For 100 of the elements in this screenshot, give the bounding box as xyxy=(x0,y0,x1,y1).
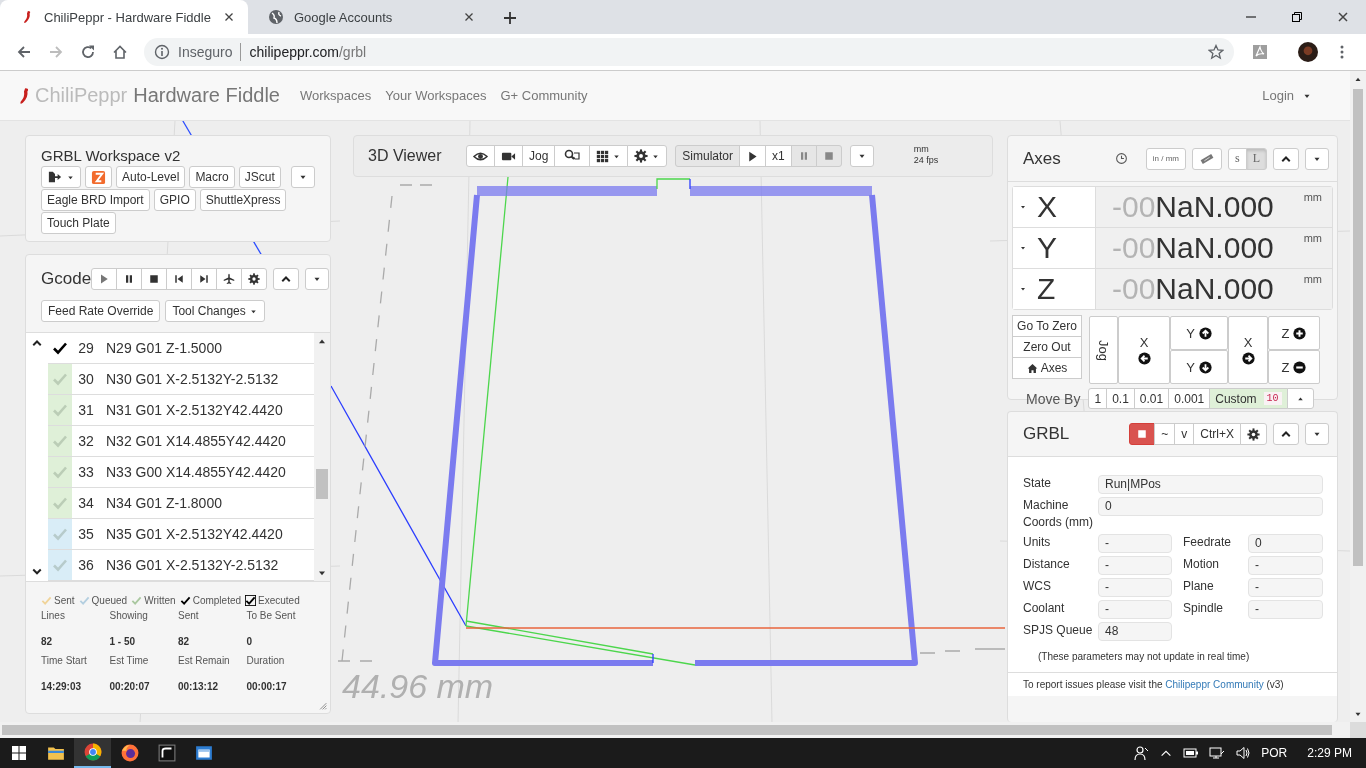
gcode-line[interactable]: N36 G01 X-2.5132Y-2.5132 xyxy=(106,557,279,573)
workspace-button[interactable]: GPIO xyxy=(153,189,196,211)
workspace-button[interactable]: JScut xyxy=(238,166,281,188)
clock-icon[interactable] xyxy=(1114,152,1128,165)
step-button[interactable]: 0.1 xyxy=(1106,388,1135,409)
address-bar[interactable]: Inseguro chilipeppr.com/grbl xyxy=(144,38,1234,66)
feed-rate-button[interactable]: Feed Rate Override xyxy=(41,300,161,322)
language-indicator[interactable]: POR xyxy=(1261,746,1288,760)
pdf-icon[interactable] xyxy=(1252,44,1268,60)
simulator-button[interactable]: Simulator xyxy=(675,145,741,167)
login-menu[interactable]: Login xyxy=(1256,87,1318,104)
gcode-line[interactable]: N29 G01 Z-1.5000 xyxy=(106,340,222,356)
app-icon[interactable] xyxy=(157,744,176,762)
step-button[interactable]: 0.001 xyxy=(1168,388,1211,409)
horizontal-scrollbar[interactable] xyxy=(0,722,1350,738)
scrollbar-thumb[interactable] xyxy=(2,725,1332,735)
network-icon[interactable] xyxy=(1209,745,1226,761)
person-icon[interactable] xyxy=(1133,745,1150,761)
info-icon[interactable] xyxy=(154,44,170,60)
browser-tab[interactable]: Google Accounts xyxy=(248,0,488,34)
gcode-line[interactable]: N34 G01 Z-1.8000 xyxy=(106,495,222,511)
fox-browser-icon[interactable] xyxy=(120,744,139,762)
scrollbar-thumb[interactable] xyxy=(316,469,328,499)
caret-down-icon[interactable] xyxy=(1019,244,1027,252)
volume-icon[interactable] xyxy=(1235,745,1252,761)
jog-button[interactable]: Jog xyxy=(1089,316,1118,384)
axis-action-button[interactable]: Axes xyxy=(1012,357,1082,379)
play-button[interactable] xyxy=(739,145,767,167)
workspace-button[interactable]: Eagle BRD Import xyxy=(41,189,150,211)
nav-link[interactable]: Your Workspaces xyxy=(385,88,487,103)
restore-icon[interactable] xyxy=(1289,9,1305,25)
collapse-button[interactable] xyxy=(273,268,300,290)
jog-up-button[interactable]: Y xyxy=(1170,316,1228,350)
battery-icon[interactable] xyxy=(1183,745,1200,761)
browser-icon[interactable] xyxy=(83,743,102,761)
avatar-icon[interactable] xyxy=(1298,42,1318,62)
back-icon[interactable] xyxy=(16,44,32,60)
export-menu-button[interactable] xyxy=(41,166,81,188)
window-app-icon[interactable] xyxy=(194,744,213,762)
community-link[interactable]: Chilipeppr Community xyxy=(1165,679,1264,690)
security-label[interactable]: Inseguro xyxy=(178,44,233,60)
vertical-scrollbar[interactable] xyxy=(1350,71,1366,722)
workspace-button[interactable]: Touch Plate xyxy=(41,212,116,234)
clock-text[interactable]: 2:29 PM xyxy=(1307,746,1352,760)
settings-menu-button[interactable] xyxy=(627,145,668,167)
star-icon[interactable] xyxy=(1208,44,1224,60)
next-button[interactable] xyxy=(191,268,218,290)
jog-minus-button[interactable]: Z xyxy=(1268,350,1320,384)
command-button[interactable]: Ctrl+X xyxy=(1193,423,1241,445)
collapse-button[interactable] xyxy=(1273,423,1299,445)
step-button[interactable]: Custom 10 xyxy=(1209,388,1288,409)
grid-menu-button[interactable] xyxy=(589,145,629,167)
ruler-button[interactable] xyxy=(1192,147,1222,170)
command-button[interactable]: ~ xyxy=(1154,423,1176,445)
scrollbar-thumb[interactable] xyxy=(1353,89,1363,566)
gcode-line[interactable]: N33 G00 X14.4855Y42.4420 xyxy=(106,464,286,480)
gcode-line[interactable]: N32 G01 X14.4855Y42.4420 xyxy=(106,433,286,449)
pause-button[interactable] xyxy=(116,268,143,290)
speed-button[interactable]: x1 xyxy=(765,145,792,167)
settings-button[interactable] xyxy=(241,268,268,290)
previous-button[interactable] xyxy=(166,268,193,290)
size-toggle[interactable]: L xyxy=(1245,147,1267,170)
logo-button[interactable] xyxy=(85,166,112,188)
home-icon[interactable] xyxy=(112,44,128,60)
resize-grip-icon[interactable] xyxy=(317,700,327,710)
nav-link[interactable]: G+ Community xyxy=(500,88,588,103)
tool-changes-button[interactable]: Tool Changes xyxy=(165,300,265,322)
plane-button[interactable] xyxy=(216,268,243,290)
workspace-button[interactable]: Auto-Level xyxy=(116,166,186,188)
camera-button[interactable] xyxy=(494,145,523,167)
gcode-line[interactable]: N35 G01 X-2.5132Y42.4420 xyxy=(106,526,283,542)
caret-down-icon[interactable] xyxy=(1019,203,1027,211)
jog-right-button[interactable]: X xyxy=(1228,316,1268,384)
caret-down-icon[interactable] xyxy=(1019,285,1027,293)
new-tab-icon[interactable] xyxy=(502,10,518,26)
axis-action-button[interactable]: Go To Zero xyxy=(1012,315,1082,337)
zoom-button[interactable] xyxy=(554,145,591,167)
nav-link[interactable]: Workspaces xyxy=(300,88,372,103)
gcode-line[interactable]: N31 G01 X-2.5132Y42.4420 xyxy=(106,402,283,418)
units-toggle-button[interactable]: in / mm xyxy=(1145,147,1186,170)
reset-button[interactable] xyxy=(1129,423,1156,445)
reload-icon[interactable] xyxy=(80,44,96,60)
jog-left-button[interactable]: X xyxy=(1118,316,1170,384)
view-button[interactable] xyxy=(466,145,495,167)
folder-icon[interactable] xyxy=(46,744,65,762)
workspace-button[interactable]: ShuttleXpress xyxy=(199,189,287,211)
step-button[interactable]: 0.01 xyxy=(1133,388,1170,409)
jog-plus-button[interactable]: Z xyxy=(1268,316,1320,350)
app-title[interactable]: Hardware Fiddle xyxy=(133,84,280,107)
list-scrollbar[interactable] xyxy=(314,333,330,581)
stop-button[interactable] xyxy=(141,268,168,290)
collapse-button[interactable] xyxy=(1273,147,1299,170)
browser-tab[interactable]: ChiliPeppr - Hardware Fiddle xyxy=(0,0,248,34)
jog-down-button[interactable]: Y xyxy=(1170,350,1228,384)
jog-button[interactable]: Jog xyxy=(522,145,556,167)
axis-action-button[interactable]: Zero Out xyxy=(1012,336,1082,358)
gcode-line[interactable]: N30 G01 X-2.5132Y-2.5132 xyxy=(106,371,279,387)
settings-button[interactable] xyxy=(1240,423,1267,445)
command-button[interactable]: v xyxy=(1174,423,1195,445)
size-toggle[interactable]: s xyxy=(1228,147,1247,170)
